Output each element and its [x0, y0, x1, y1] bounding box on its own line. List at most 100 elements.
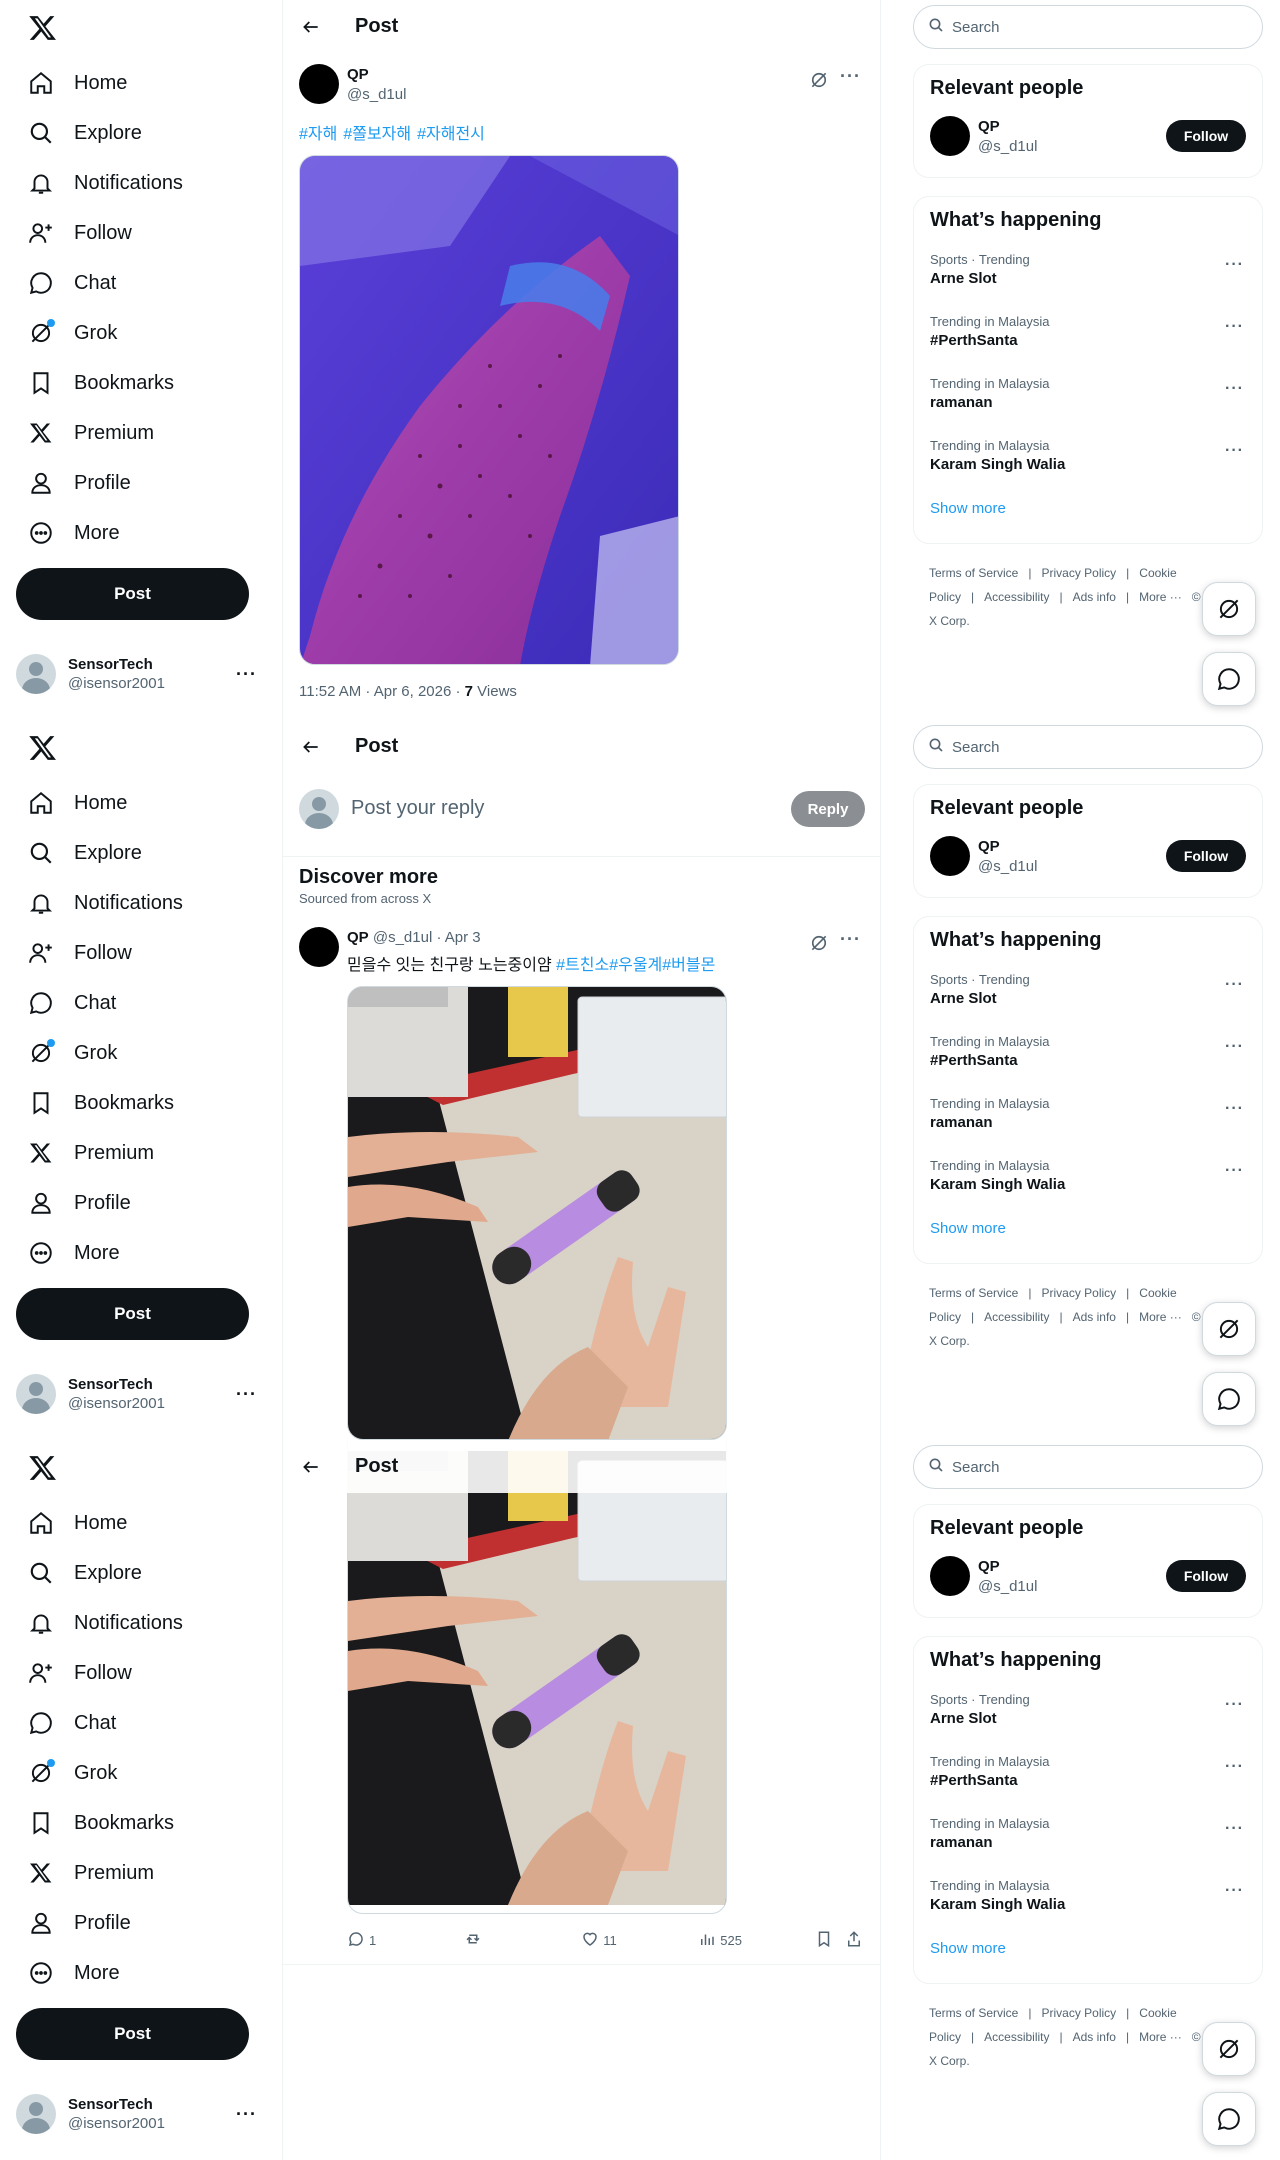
more-dots-icon[interactable]: ···: [840, 66, 861, 87]
author-name[interactable]: QP: [347, 66, 369, 83]
trend-item[interactable]: Trending in Malaysia Karam Singh Walia ·…: [914, 430, 1262, 492]
hashtag-link[interactable]: #버블몬: [662, 957, 715, 974]
post-image[interactable]: [299, 155, 679, 665]
nav-item-explore[interactable]: Explore: [14, 828, 274, 878]
more-dots-icon[interactable]: ···: [1225, 1162, 1244, 1180]
footer-link[interactable]: Terms of Service: [929, 2006, 1018, 2020]
nav-item-home[interactable]: Home: [14, 58, 274, 108]
nav-item-notifications[interactable]: Notifications: [14, 1598, 274, 1648]
hashtag-link[interactable]: #쫄보자해: [343, 126, 411, 143]
more-dots-icon[interactable]: ···: [1225, 380, 1244, 398]
follow-button[interactable]: Follow: [1166, 1560, 1246, 1592]
nav-item-follow[interactable]: Follow: [14, 1648, 274, 1698]
trend-item[interactable]: Trending in Malaysia Karam Singh Walia ·…: [914, 1870, 1262, 1932]
trend-item[interactable]: Sports · Trending Arne Slot ···: [914, 964, 1262, 1026]
show-more-link[interactable]: Show more: [914, 492, 1262, 533]
trend-item[interactable]: Sports · Trending Arne Slot ···: [914, 1684, 1262, 1746]
account-switcher[interactable]: SensorTech @isensor2001 ···: [16, 646, 271, 702]
show-more-link[interactable]: Show more: [914, 1932, 1262, 1973]
post-timestamp[interactable]: 11:52 AM · Apr 6, 2026 ·: [299, 683, 465, 700]
footer-link[interactable]: Accessibility: [984, 2030, 1049, 2044]
nav-item-home[interactable]: Home: [14, 1498, 274, 1548]
bookmark-action[interactable]: [815, 1930, 841, 1951]
nav-item-premium[interactable]: Premium: [14, 1128, 274, 1178]
search-input[interactable]: Search: [913, 5, 1263, 49]
more-dots-icon[interactable]: ···: [1225, 976, 1244, 994]
follow-button[interactable]: Follow: [1166, 840, 1246, 872]
more-dots-icon[interactable]: ···: [840, 929, 861, 950]
more-dots-icon[interactable]: ···: [236, 2104, 257, 2125]
footer-link[interactable]: Privacy Policy: [1041, 566, 1116, 580]
footer-link[interactable]: Accessibility: [984, 590, 1049, 604]
trend-item[interactable]: Trending in Malaysia Karam Singh Walia ·…: [914, 1150, 1262, 1212]
footer-link[interactable]: More ···: [1139, 2030, 1182, 2044]
post-button[interactable]: Post: [16, 568, 249, 620]
nav-item-grok[interactable]: Grok: [14, 308, 274, 358]
trend-item[interactable]: Sports · Trending Arne Slot ···: [914, 244, 1262, 306]
nav-item-follow[interactable]: Follow: [14, 928, 274, 978]
footer-link[interactable]: Terms of Service: [929, 566, 1018, 580]
footer-link[interactable]: Terms of Service: [929, 1286, 1018, 1300]
footer-link[interactable]: Accessibility: [984, 1310, 1049, 1324]
share-action[interactable]: [845, 1930, 865, 1951]
search-input[interactable]: Search: [913, 725, 1263, 769]
grok-icon[interactable]: [809, 933, 829, 953]
x-logo-icon[interactable]: [28, 1453, 58, 1483]
nav-item-bookmarks[interactable]: Bookmarks: [14, 1798, 274, 1848]
more-dots-icon[interactable]: ···: [236, 664, 257, 685]
nav-item-chat[interactable]: Chat: [14, 258, 274, 308]
follow-button[interactable]: Follow: [1166, 120, 1246, 152]
nav-item-explore[interactable]: Explore: [14, 108, 274, 158]
nav-item-grok[interactable]: Grok: [14, 1028, 274, 1078]
more-dots-icon[interactable]: ···: [1225, 1696, 1244, 1714]
nav-item-profile[interactable]: Profile: [14, 458, 274, 508]
person-row[interactable]: QP @s_d1ul Follow: [914, 112, 1262, 172]
more-dots-icon[interactable]: ···: [1225, 1100, 1244, 1118]
footer-link[interactable]: Ads info: [1073, 1310, 1116, 1324]
chat-float-button[interactable]: [1202, 2092, 1256, 2146]
footer-link[interactable]: Ads info: [1073, 2030, 1116, 2044]
hashtag-link[interactable]: #우울계: [609, 957, 662, 974]
person-row[interactable]: QP @s_d1ul Follow: [914, 832, 1262, 892]
feed-post-image[interactable]: [347, 986, 727, 1440]
footer-link[interactable]: Ads info: [1073, 590, 1116, 604]
nav-item-profile[interactable]: Profile: [14, 1898, 274, 1948]
nav-item-chat[interactable]: Chat: [14, 1698, 274, 1748]
person-row[interactable]: QP @s_d1ul Follow: [914, 1552, 1262, 1612]
show-more-link[interactable]: Show more: [914, 1212, 1262, 1253]
back-arrow-icon[interactable]: [293, 9, 329, 45]
views-action[interactable]: 525: [698, 1930, 815, 1951]
like-action[interactable]: 11: [581, 1930, 698, 1951]
trend-item[interactable]: Trending in Malaysia #PerthSanta ···: [914, 306, 1262, 368]
nav-item-premium[interactable]: Premium: [14, 1848, 274, 1898]
nav-item-notifications[interactable]: Notifications: [14, 878, 274, 928]
feed-post-image[interactable]: [347, 1440, 727, 1914]
nav-item-home[interactable]: Home: [14, 778, 274, 828]
x-logo-icon[interactable]: [28, 13, 58, 43]
author-name[interactable]: QP: [347, 929, 369, 946]
repost-action[interactable]: [464, 1930, 581, 1951]
nav-item-bookmarks[interactable]: Bookmarks: [14, 358, 274, 408]
hashtag-link[interactable]: #자해전시: [417, 126, 485, 143]
nav-item-follow[interactable]: Follow: [14, 208, 274, 258]
grok-float-button[interactable]: [1202, 582, 1256, 636]
nav-item-notifications[interactable]: Notifications: [14, 158, 274, 208]
footer-link[interactable]: Privacy Policy: [1041, 1286, 1116, 1300]
footer-link[interactable]: Privacy Policy: [1041, 2006, 1116, 2020]
more-dots-icon[interactable]: ···: [1225, 1820, 1244, 1838]
chat-float-button[interactable]: [1202, 1372, 1256, 1426]
x-logo-icon[interactable]: [28, 733, 58, 763]
hashtag-link[interactable]: #자해: [299, 126, 337, 143]
back-arrow-icon[interactable]: [293, 729, 329, 765]
avatar[interactable]: [299, 64, 339, 104]
author-handle-date[interactable]: @s_d1ul · Apr 3: [369, 929, 481, 946]
trend-item[interactable]: Trending in Malaysia ramanan ···: [914, 368, 1262, 430]
nav-item-bookmarks[interactable]: Bookmarks: [14, 1078, 274, 1128]
grok-float-button[interactable]: [1202, 2022, 1256, 2076]
nav-item-chat[interactable]: Chat: [14, 978, 274, 1028]
reply-action[interactable]: 1: [347, 1930, 464, 1951]
footer-link[interactable]: More ···: [1139, 590, 1182, 604]
grok-icon[interactable]: [809, 70, 829, 90]
back-arrow-icon[interactable]: [293, 1449, 329, 1485]
more-dots-icon[interactable]: ···: [1225, 1758, 1244, 1776]
